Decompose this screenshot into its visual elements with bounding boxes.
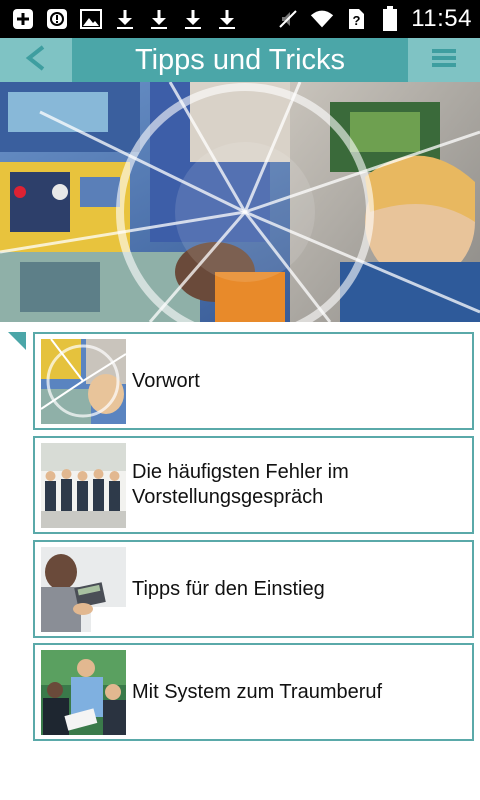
office-meeting-thumbnail — [41, 649, 126, 735]
image-icon — [78, 6, 104, 32]
list-corner-accent — [8, 332, 26, 350]
notification-icons — [10, 4, 240, 34]
system-icons: ? 11:54 — [275, 4, 472, 34]
waiting-applicants-thumbnail — [41, 442, 126, 528]
calculator-desk-thumbnail — [41, 546, 126, 632]
download-icon — [146, 6, 172, 32]
page-title: Tipps und Tricks — [134, 43, 346, 76]
menu-icon — [432, 47, 456, 74]
list-item-label: Mit System zum Traumberuf — [132, 680, 383, 703]
battery-icon — [377, 6, 403, 32]
info-icon — [44, 6, 70, 32]
mute-icon — [275, 6, 301, 32]
list-item-label: Vorwort — [132, 369, 200, 392]
download-icon — [214, 6, 240, 32]
list-item[interactable]: Die häufigsten Fehler im Vorstellungsges… — [33, 436, 474, 534]
no-sim-icon: ? — [343, 6, 369, 32]
clock: 11:54 — [411, 5, 472, 32]
back-button[interactable] — [0, 38, 72, 82]
download-icon — [112, 6, 138, 32]
download-icon — [180, 6, 206, 32]
list-item[interactable]: Tipps für den Einstieg — [33, 540, 474, 638]
list-item-label: Die häufigsten Fehler im Vorstellungsges… — [132, 461, 349, 508]
list-item-label: Tipps für den Einstieg — [132, 577, 325, 600]
list-item[interactable]: Vorwort — [33, 332, 474, 430]
back-chevron-icon — [23, 44, 49, 77]
list-item[interactable]: Mit System zum Traumberuf — [33, 643, 474, 741]
menu-button[interactable] — [408, 38, 480, 82]
wifi-icon — [309, 6, 335, 32]
app-bar: Tipps und Tricks — [0, 38, 480, 82]
status-bar: ? 11:54 — [0, 0, 480, 38]
industrial-collage-thumbnail — [41, 338, 126, 424]
hero-banner-image — [0, 82, 480, 322]
svg-text:?: ? — [353, 13, 361, 28]
add-box-icon — [10, 6, 36, 32]
